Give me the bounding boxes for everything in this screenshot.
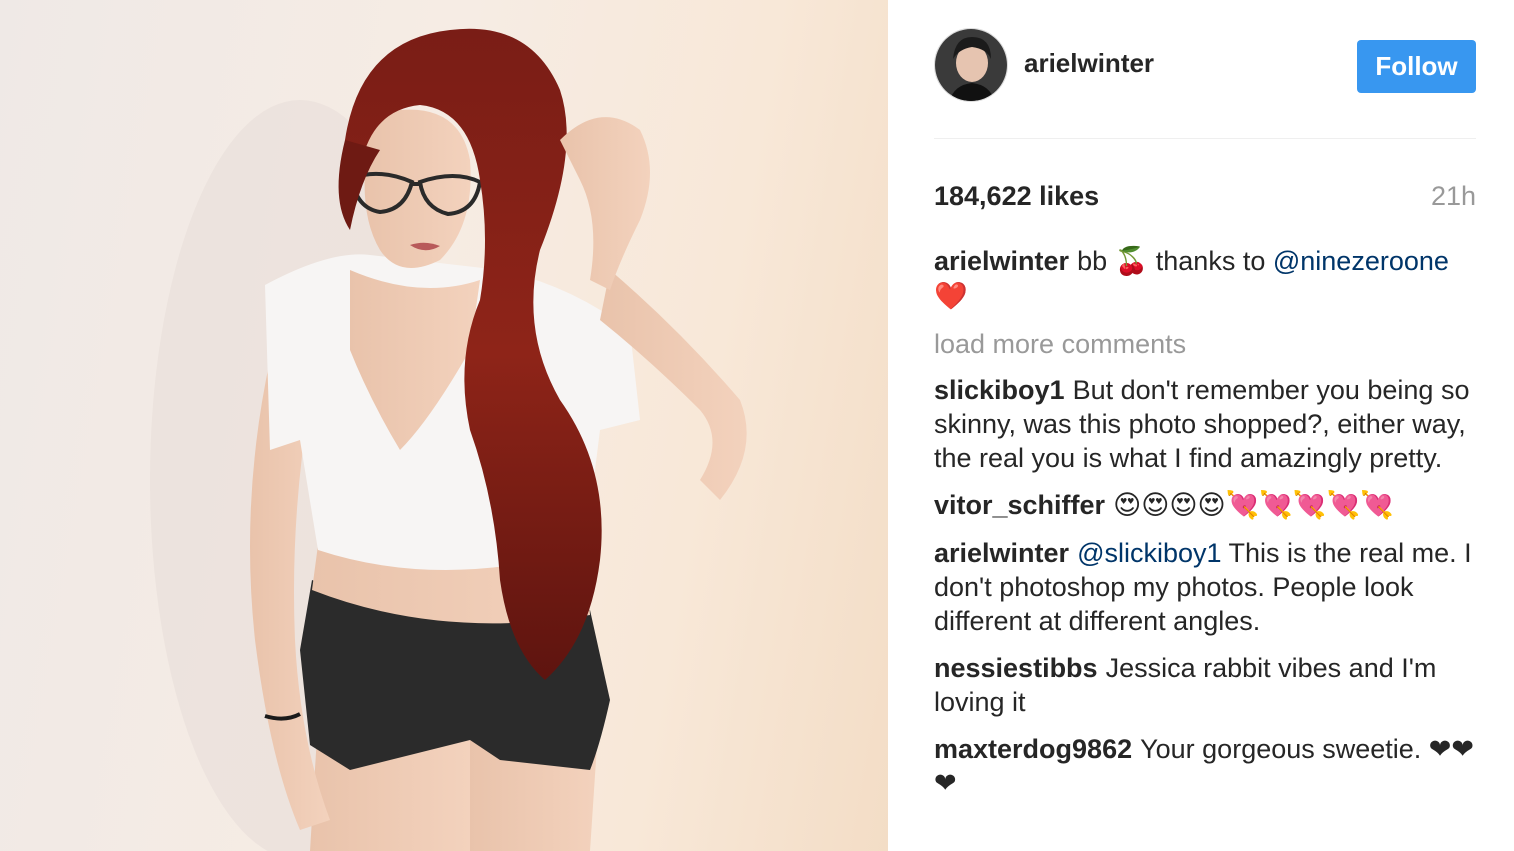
comment-item: nessiestibbs Jessica rabbit vibes and I'm… (934, 651, 1486, 719)
avatar[interactable] (934, 28, 1008, 102)
comment-mention[interactable]: @slickiboy1 (1077, 538, 1221, 568)
post-photo[interactable] (0, 0, 888, 851)
likes-count[interactable]: 184,622 likes (934, 181, 1099, 212)
comment-item: maxterdog9862 Your gorgeous sweetie. ❤❤❤ (934, 732, 1486, 800)
instagram-post: arielwinter Follow 184,622 likes 21h ari… (0, 0, 1514, 851)
load-more-comments-link[interactable]: load more comments (934, 327, 1486, 361)
comment-item: slickiboy1 But don't remember you being s… (934, 373, 1486, 475)
caption: arielwinter bb 🍒 thanks to @ninezeroone ❤… (934, 244, 1486, 314)
comment-username[interactable]: nessiestibbs (934, 653, 1098, 683)
comment-text: 😍😍😍😍💘💘💘💘💘 (1113, 490, 1394, 521)
comment-username[interactable]: maxterdog9862 (934, 734, 1132, 764)
comment-item: vitor_schiffer 😍😍😍😍💘💘💘💘💘 (934, 488, 1486, 523)
comment-username[interactable]: slickiboy1 (934, 375, 1065, 405)
follow-button[interactable]: Follow (1357, 40, 1476, 93)
post-side-panel: arielwinter Follow 184,622 likes 21h ari… (888, 0, 1514, 851)
heart-emoji: ❤️ (934, 281, 968, 312)
caption-text: bb (1077, 246, 1108, 276)
caption-mention[interactable]: @ninezeroone (1273, 246, 1449, 276)
comments-section: arielwinter bb 🍒 thanks to @ninezeroone ❤… (934, 244, 1486, 813)
comment-username[interactable]: vitor_schiffer (934, 490, 1105, 520)
avatar-image (935, 29, 1007, 101)
cherry-emoji: 🍒 (1114, 246, 1149, 277)
header-divider (934, 138, 1476, 139)
comment-item: arielwinter @slickiboy1 This is the real … (934, 536, 1486, 638)
caption-username[interactable]: arielwinter (934, 246, 1069, 276)
comment-username[interactable]: arielwinter (934, 538, 1069, 568)
caption-text-2: thanks to (1155, 246, 1266, 276)
post-timestamp[interactable]: 21h (1431, 181, 1476, 212)
post-header: arielwinter Follow (934, 28, 1476, 104)
photo-illustration (150, 28, 747, 851)
post-author-username[interactable]: arielwinter (1024, 48, 1154, 79)
